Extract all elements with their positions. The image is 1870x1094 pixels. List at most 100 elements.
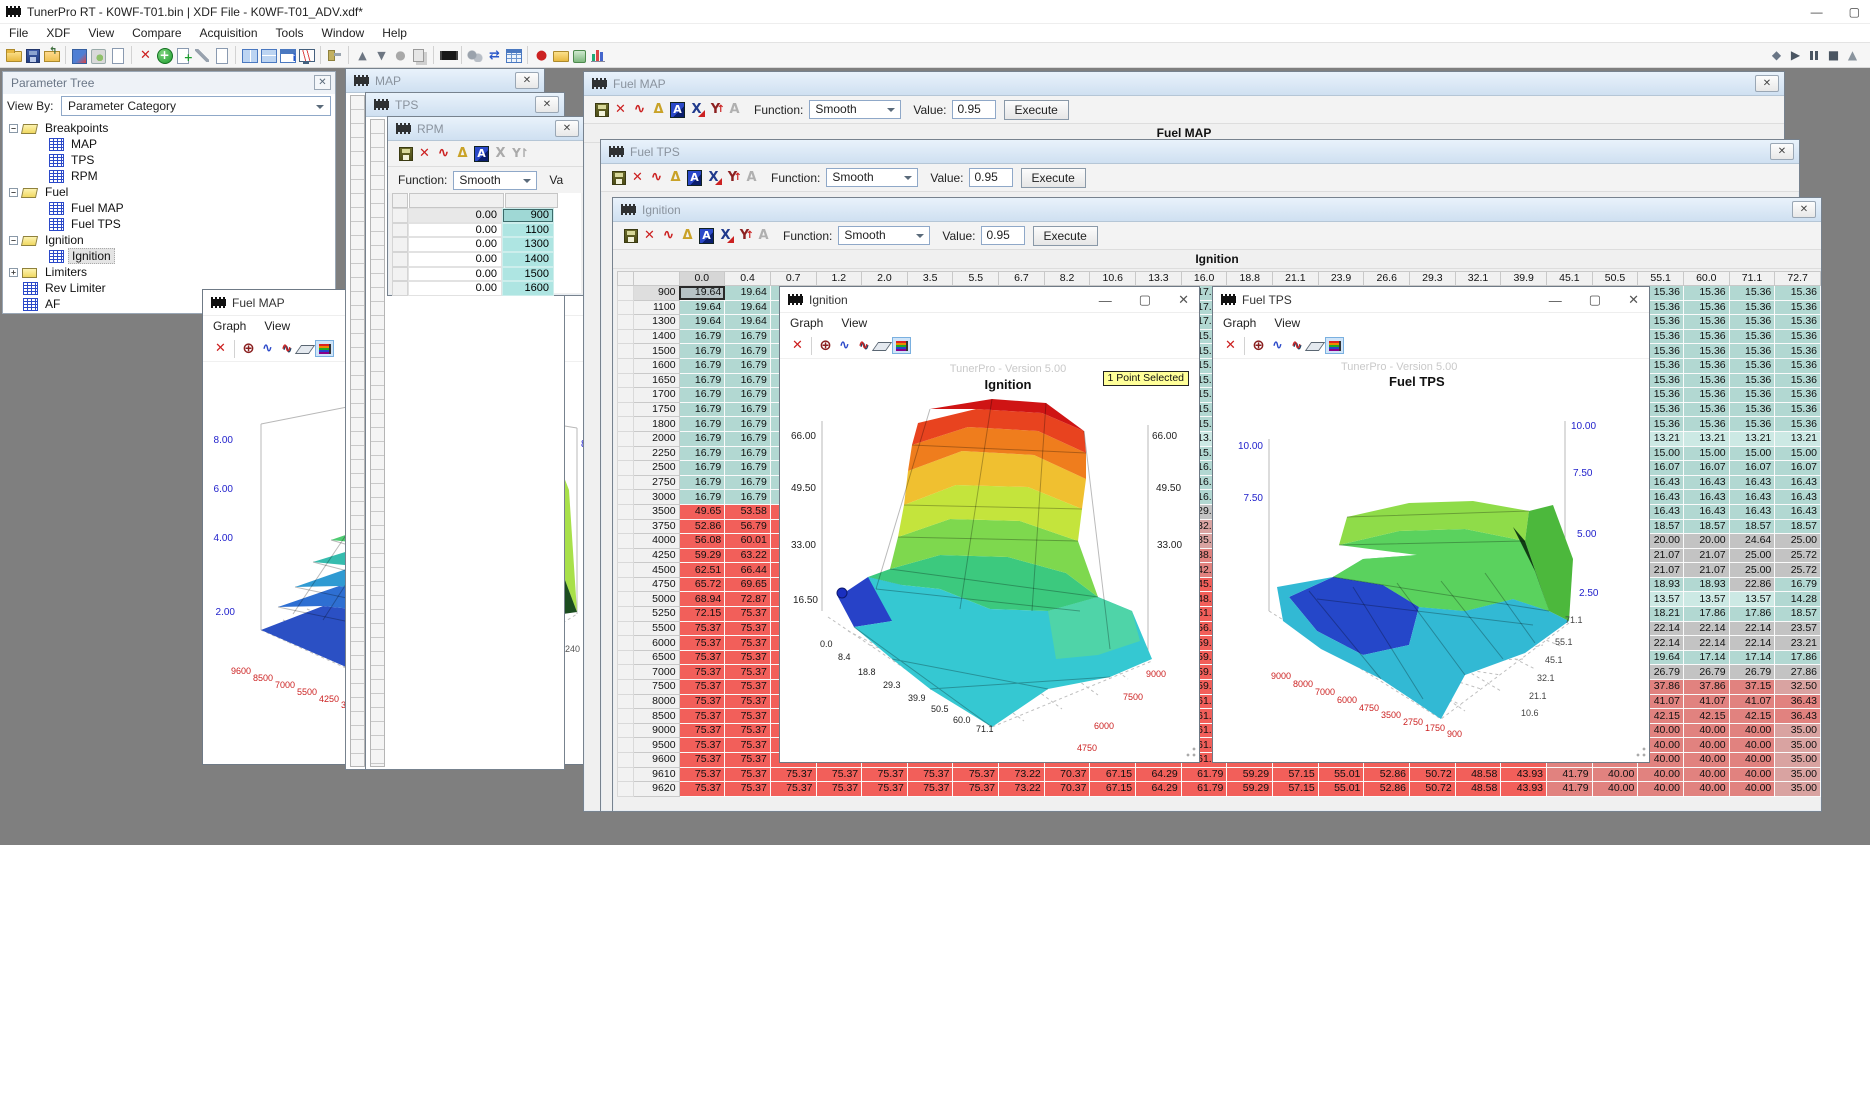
ignition-cell[interactable]: 16.79 — [725, 490, 771, 505]
row-header[interactable]: 1800 — [633, 417, 679, 432]
save-olive-icon[interactable] — [592, 101, 611, 118]
col-header[interactable]: 1.2 — [816, 272, 862, 286]
ignition-cell[interactable]: 56.08 — [679, 534, 725, 549]
col-header[interactable]: 50.5 — [1592, 272, 1638, 286]
close-icon[interactable]: ✕ — [1770, 143, 1794, 160]
ignition-cell[interactable]: 18.57 — [1775, 519, 1821, 534]
triangle-icon[interactable] — [1843, 47, 1862, 64]
close-icon[interactable]: ✕ — [535, 96, 559, 113]
maximize-button[interactable]: ▢ — [1849, 5, 1860, 19]
ignition-cell[interactable]: 75.37 — [725, 607, 771, 622]
col-header[interactable]: 10.6 — [1090, 272, 1136, 286]
ignition-cell[interactable]: 16.79 — [725, 344, 771, 359]
ignition-cell[interactable]: 16.79 — [679, 402, 725, 417]
value-input[interactable]: 0.95 — [981, 226, 1025, 245]
x-axis-icon[interactable] — [687, 101, 706, 118]
row-header[interactable]: 1750 — [633, 402, 679, 417]
ignition-cell[interactable]: 15.00 — [1729, 446, 1775, 461]
row-header[interactable]: 5500 — [633, 621, 679, 636]
ignition-cell[interactable]: 16.07 — [1683, 461, 1729, 476]
play-icon[interactable] — [1786, 47, 1805, 64]
ignition-cell[interactable]: 16.43 — [1775, 490, 1821, 505]
x-axis-icon[interactable] — [704, 169, 723, 186]
ignition-cell[interactable]: 15.36 — [1729, 329, 1775, 344]
ignition-cell[interactable]: 75.37 — [725, 636, 771, 651]
ignition-cell[interactable]: 15.36 — [1683, 373, 1729, 388]
menu-acquisition[interactable]: Acquisition — [191, 26, 267, 40]
y-axis-icon[interactable] — [706, 101, 725, 118]
scales-icon[interactable] — [649, 101, 668, 118]
folder-up-icon[interactable] — [42, 47, 61, 64]
close-icon[interactable]: ✕ — [1755, 75, 1779, 92]
execute-button[interactable]: Execute — [1021, 168, 1086, 188]
pause-icon[interactable] — [1805, 47, 1824, 64]
row-header[interactable]: 1500 — [633, 344, 679, 359]
monitor-chart-icon[interactable] — [297, 47, 316, 64]
ignition-cell[interactable]: 15.36 — [1729, 388, 1775, 403]
stop-icon[interactable] — [1824, 47, 1843, 64]
ignition-cell[interactable]: 17.86 — [1683, 607, 1729, 622]
ignition-cell[interactable]: 16.43 — [1683, 490, 1729, 505]
rpm-row[interactable]: 0.001100 — [392, 223, 581, 238]
close-red-icon[interactable] — [788, 337, 807, 354]
ignition-cell[interactable]: 75.37 — [725, 680, 771, 695]
row-header[interactable]: 6000 — [633, 636, 679, 651]
graph-menu[interactable]: Graph — [1223, 316, 1256, 330]
tree-item-label[interactable]: Fuel MAP — [68, 201, 127, 215]
ignition-cell[interactable]: 57.15 — [1273, 767, 1319, 782]
ignition-cell[interactable]: 61.79 — [1181, 782, 1227, 797]
ignition-cell[interactable]: 16.79 — [679, 329, 725, 344]
ignition-cell[interactable]: 16.79 — [725, 388, 771, 403]
ignition-cell[interactable]: 64.29 — [1136, 767, 1182, 782]
delete-red-icon[interactable] — [640, 227, 659, 244]
tree-item-label[interactable]: TPS — [68, 153, 97, 167]
folder-yellow-icon[interactable] — [551, 47, 570, 64]
ignition-cell[interactable]: 60.01 — [725, 534, 771, 549]
ignition-cell[interactable]: 18.57 — [1729, 519, 1775, 534]
ignition-cell[interactable]: 15.36 — [1683, 286, 1729, 301]
tree-item-label[interactable]: Ignition — [42, 233, 87, 247]
ignition-cell[interactable]: 15.36 — [1729, 402, 1775, 417]
ignition-cell[interactable]: 40.00 — [1638, 782, 1684, 797]
resize-grip[interactable] — [1635, 746, 1647, 758]
tree-item-label[interactable]: Rev Limiter — [42, 281, 109, 295]
rpm-row[interactable]: 0.001600 — [392, 281, 581, 296]
ignition-cell[interactable]: 40.00 — [1683, 753, 1729, 768]
col-header[interactable]: 13.3 — [1136, 272, 1182, 286]
ignition-cell[interactable]: 19.64 — [679, 300, 725, 315]
tree-item-limiters[interactable]: +Limiters — [9, 264, 335, 280]
ignition-cell[interactable]: 15.36 — [1683, 300, 1729, 315]
tree-item-map[interactable]: −MAP — [9, 136, 335, 152]
graph-menu[interactable]: Graph — [213, 319, 246, 333]
tree-expander-icon[interactable]: − — [9, 236, 18, 245]
ignition-cell[interactable]: 52.86 — [679, 519, 725, 534]
ignition-cell[interactable]: 25.00 — [1775, 534, 1821, 549]
function-dropdown[interactable]: Smooth — [838, 226, 930, 245]
chart-bars-icon[interactable] — [589, 47, 608, 64]
menu-window[interactable]: Window — [313, 26, 374, 40]
ignition-graph-window[interactable]: Ignition —▢✕ GraphView TunerPro - Versio… — [779, 286, 1200, 763]
row-header[interactable]: 9620 — [633, 782, 679, 797]
ignition-cell[interactable]: 19.64 — [725, 286, 771, 301]
ignition-cell[interactable]: 75.37 — [679, 767, 725, 782]
checksum-icon[interactable] — [89, 47, 108, 64]
ignition-cell[interactable]: 21.07 — [1683, 563, 1729, 578]
ignition-cell[interactable]: 75.37 — [725, 767, 771, 782]
ignition-cell[interactable]: 35.00 — [1775, 738, 1821, 753]
ignition-cell[interactable]: 55.01 — [1318, 782, 1364, 797]
save-olive-icon[interactable] — [609, 169, 628, 186]
rpm-row[interactable]: 0.001300 — [392, 237, 581, 252]
swap-arrows-icon[interactable] — [485, 47, 504, 64]
ignition-cell[interactable]: 50.72 — [1410, 767, 1456, 782]
split-horizontal-icon[interactable] — [259, 47, 278, 64]
ignition-cell[interactable]: 75.37 — [679, 753, 725, 768]
row-header[interactable]: 1100 — [633, 300, 679, 315]
page-add-icon[interactable] — [174, 47, 193, 64]
ignition-cell[interactable]: 73.22 — [999, 767, 1045, 782]
ignition-cell[interactable]: 16.79 — [679, 475, 725, 490]
ignition-cell[interactable]: 70.37 — [1044, 782, 1090, 797]
ignition-cell[interactable]: 67.15 — [1090, 782, 1136, 797]
ignition-cell[interactable]: 16.43 — [1729, 504, 1775, 519]
ignition-cell[interactable]: 16.43 — [1775, 475, 1821, 490]
row-header[interactable]: 1300 — [633, 315, 679, 330]
